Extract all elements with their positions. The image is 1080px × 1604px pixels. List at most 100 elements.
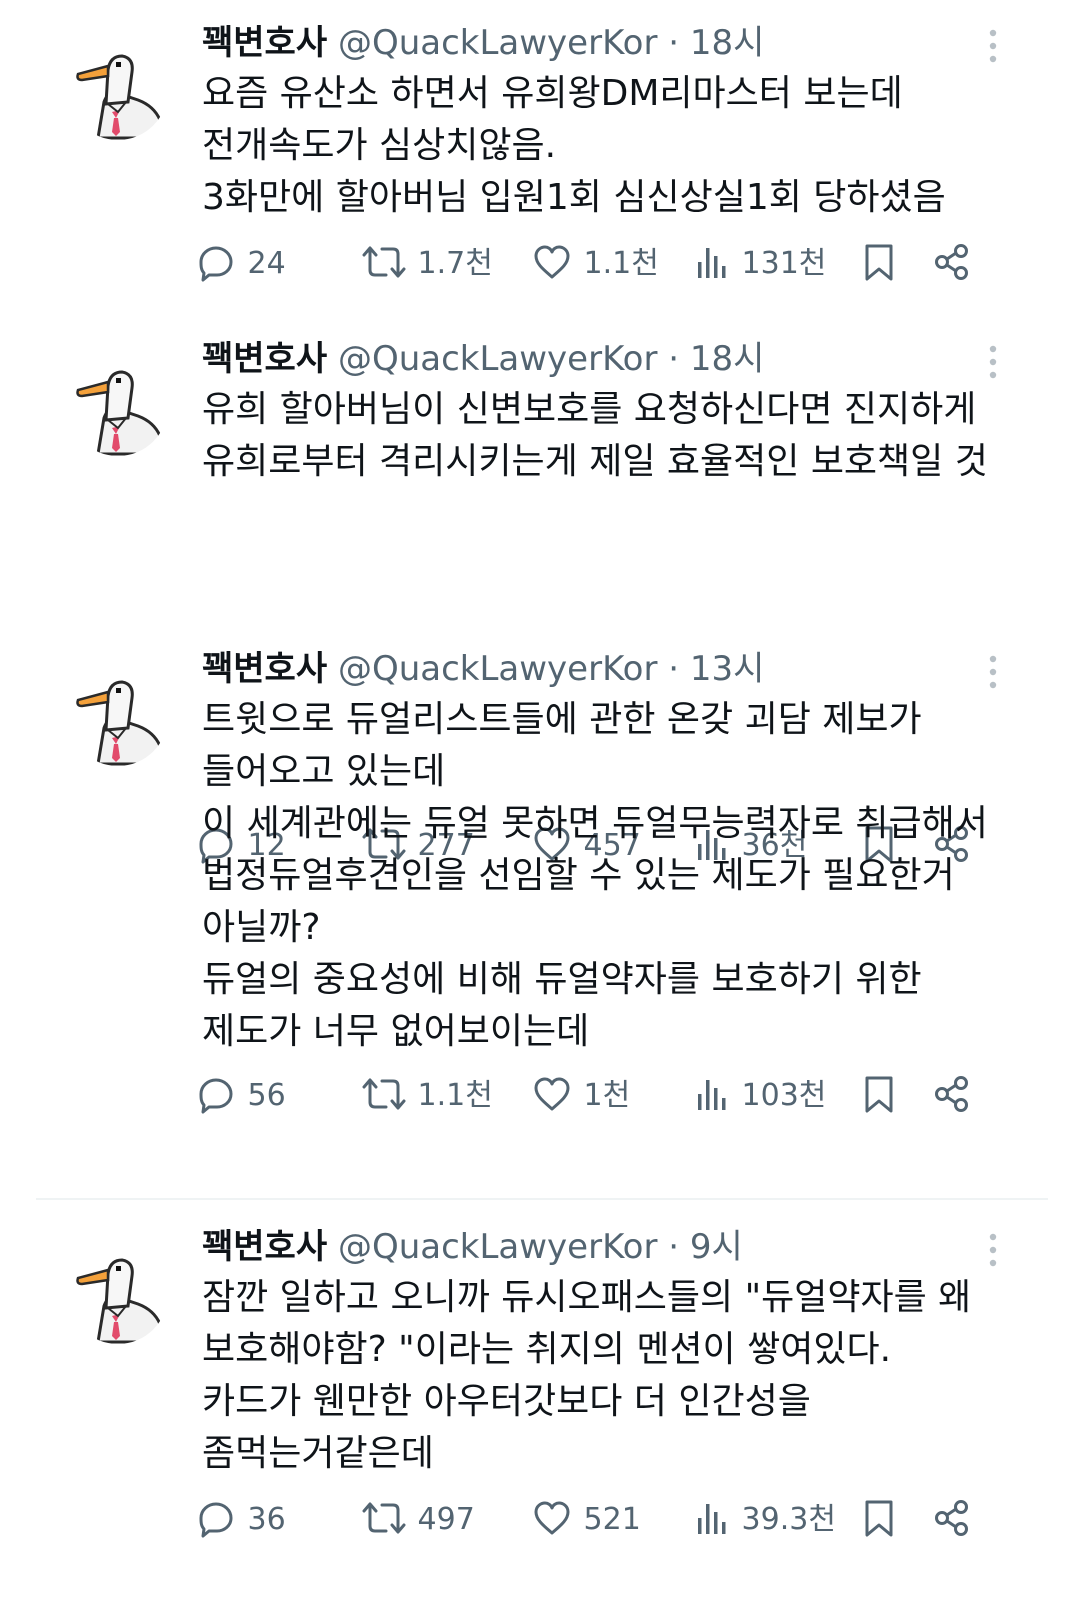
views-icon [694, 1078, 740, 1113]
tweet-text-line: 유희로부터 격리시키는게 제일 효율적인 보호책일 것 [202, 441, 988, 482]
display-name[interactable]: 꽥변호사 [202, 339, 327, 379]
more-icon[interactable] [985, 28, 1001, 64]
tweet-text-line: 들어오고 있는데 [202, 751, 446, 792]
reply-count: 36 [247, 1502, 286, 1537]
share-button[interactable] [932, 1498, 972, 1542]
tweet-text-line: 좀먹는거같은데 [202, 1433, 434, 1474]
user-handle[interactable]: @QuackLawyerKor [338, 1227, 658, 1267]
user-handle[interactable]: @QuackLawyerKor [338, 339, 658, 379]
like-count: 1.1천 [583, 246, 659, 281]
display-name[interactable]: 꽥변호사 [202, 649, 327, 689]
bookmark-button[interactable] [862, 1498, 896, 1542]
share-icon [932, 1499, 972, 1537]
reply-button[interactable]: 24 [196, 242, 286, 286]
avatar[interactable] [68, 666, 168, 766]
heart-icon [532, 245, 582, 281]
more-icon[interactable] [985, 654, 1001, 690]
views-button[interactable]: 39.3천 [694, 1498, 836, 1542]
tweet-text-line: 카드가 웬만한 아우터갓보다 더 인간성을 [202, 1381, 811, 1422]
bookmark-icon [862, 244, 896, 281]
tweet-text-line: 아닐까? [202, 907, 321, 948]
tweet-text: 트윗으로 듀얼리스트들에 관한 온갖 괴담 제보가들어오고 있는데이 세계관에는… [202, 694, 1062, 1058]
reply-button[interactable]: 56 [196, 1074, 286, 1118]
reply-count: 24 [247, 246, 286, 281]
view-count: 131천 [741, 246, 827, 281]
retweet-count: 1.7천 [417, 246, 493, 281]
tweet-text-line: 보호해야함? "이라는 취지의 멘션이 쌓여있다. [202, 1329, 892, 1370]
tweet-text-line: 요즘 유산소 하면서 유희왕DM리마스터 보는데 [202, 73, 903, 114]
bookmark-icon [862, 1500, 896, 1537]
display-name[interactable]: 꽥변호사 [202, 1227, 327, 1267]
action-bar: 36 497 521 39.3천 [199, 1498, 1002, 1542]
tweet-text-line: 3화만에 할아버님 입원1회 심신상실1회 당하셨음 [202, 177, 946, 218]
retweet-icon [362, 1502, 416, 1537]
share-button[interactable] [932, 1074, 972, 1118]
bookmark-button[interactable] [862, 242, 896, 286]
retweet-icon [362, 246, 416, 281]
share-icon [932, 243, 972, 281]
like-count: 1천 [583, 1078, 631, 1113]
view-count: 39.3천 [741, 1502, 836, 1537]
avatar[interactable] [68, 356, 168, 456]
separator-dot: · [668, 23, 680, 63]
tweet-text-line: 잠깐 일하고 오니까 듀시오패스들의 "듀얼약자를 왜 [202, 1277, 972, 1318]
user-handle[interactable]: @QuackLawyerKor [338, 649, 658, 689]
like-button[interactable]: 1천 [532, 1074, 630, 1118]
share-icon [932, 1075, 972, 1113]
tweet-header: 꽥변호사 @QuackLawyerKor · 18시 [202, 18, 764, 68]
timestamp[interactable]: 9시 [690, 1227, 743, 1267]
divider [36, 1198, 1048, 1200]
tweet-header: 꽥변호사 @QuackLawyerKor · 9시 [202, 1222, 743, 1272]
heart-icon [532, 1501, 582, 1537]
retweet-count: 497 [417, 1502, 475, 1537]
like-button[interactable]: 521 [532, 1498, 641, 1542]
reply-button[interactable]: 36 [196, 1498, 286, 1542]
separator-dot: · [668, 1227, 680, 1267]
views-icon [694, 246, 740, 281]
more-icon[interactable] [985, 1232, 1001, 1268]
tweet-text-line: 유희 할아버님이 신변보호를 요청하신다면 진지하게 [202, 389, 977, 430]
timestamp[interactable]: 18시 [690, 339, 765, 379]
separator-dot: · [668, 339, 680, 379]
action-bar: 24 1.7천 1.1천 131천 [199, 242, 1002, 286]
views-icon [694, 1502, 740, 1537]
tweet-text-line: 제도가 너무 없어보이는데 [202, 1011, 590, 1052]
bookmark-button[interactable] [862, 1074, 896, 1118]
avatar[interactable] [68, 40, 168, 140]
user-handle[interactable]: @QuackLawyerKor [338, 23, 658, 63]
action-bar: 56 1.1천 1천 103천 [199, 1074, 1002, 1118]
retweet-button[interactable]: 1.7천 [362, 242, 493, 286]
bookmark-icon [862, 1076, 896, 1113]
reply-icon [196, 246, 246, 281]
tweet-text-line: 이 세계관에는 듀얼 못하면 듀얼무능력자로 취급해서 [202, 803, 988, 844]
display-name[interactable]: 꽥변호사 [202, 23, 327, 63]
tweet-header: 꽥변호사 @QuackLawyerKor · 13시 [202, 644, 764, 694]
like-count: 521 [583, 1502, 641, 1537]
like-button[interactable]: 1.1천 [532, 242, 659, 286]
views-button[interactable]: 103천 [694, 1074, 826, 1118]
reply-icon [196, 1078, 246, 1113]
reply-count: 56 [247, 1078, 286, 1113]
tweet-text: 유희 할아버님이 신변보호를 요청하신다면 진지하게유희로부터 격리시키는게 제… [202, 384, 1062, 488]
separator-dot: · [668, 649, 680, 689]
tweet-text-line: 듀얼의 중요성에 비해 듀얼약자를 보호하기 위한 [202, 959, 922, 1000]
reply-icon [196, 1502, 246, 1537]
tweet-text-line: 전개속도가 심상치않음. [202, 125, 557, 166]
retweet-button[interactable]: 497 [362, 1498, 475, 1542]
retweet-icon [362, 1078, 416, 1113]
tweet-text: 요즘 유산소 하면서 유희왕DM리마스터 보는데전개속도가 심상치않음. 3화만에… [202, 68, 1062, 224]
view-count: 103천 [741, 1078, 827, 1113]
tweet-text-line: 법정듀얼후견인을 선임할 수 있는 제도가 필요한거 [202, 855, 955, 896]
tweet-text-line: 트윗으로 듀얼리스트들에 관한 온갖 괴담 제보가 [202, 699, 922, 740]
more-icon[interactable] [985, 344, 1001, 380]
avatar[interactable] [68, 1244, 168, 1344]
retweet-count: 1.1천 [417, 1078, 493, 1113]
timestamp[interactable]: 13시 [690, 649, 765, 689]
heart-icon [532, 1077, 582, 1113]
views-button[interactable]: 131천 [694, 242, 826, 286]
share-button[interactable] [932, 242, 972, 286]
tweet-header: 꽥변호사 @QuackLawyerKor · 18시 [202, 334, 764, 384]
tweet-text: 잠깐 일하고 오니까 듀시오패스들의 "듀얼약자를 왜보호해야함? "이라는 취… [202, 1272, 1062, 1480]
retweet-button[interactable]: 1.1천 [362, 1074, 493, 1118]
timestamp[interactable]: 18시 [690, 23, 765, 63]
